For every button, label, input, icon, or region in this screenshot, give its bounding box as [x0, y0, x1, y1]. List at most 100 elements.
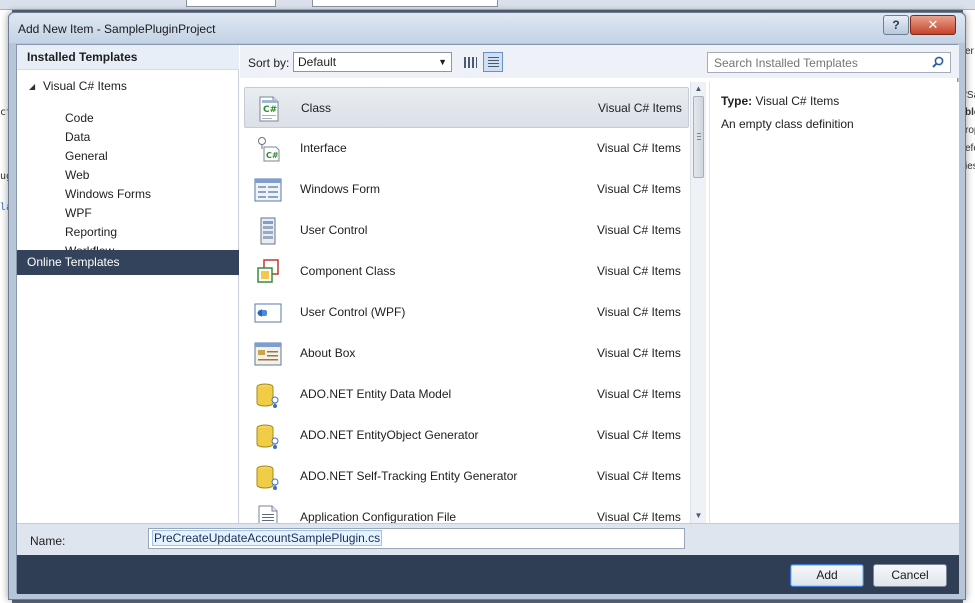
template-category: Visual C# Items [598, 101, 682, 115]
template-category: Visual C# Items [597, 182, 681, 196]
ide-panel-fragment: rop [965, 125, 975, 136]
ide-panel-fragment: er [965, 46, 974, 57]
cancel-button[interactable]: Cancel [873, 564, 947, 587]
name-bar: Name: PreCreateUpdateAccountSamplePlugin… [17, 523, 959, 555]
tree-node-data[interactable]: Data [65, 130, 90, 144]
close-button[interactable]: ✕ [910, 15, 956, 35]
tree-node-web[interactable]: Web [65, 168, 89, 182]
template-name: ADO.NET Self-Tracking Entity Generator [300, 469, 518, 483]
template-name: User Control [300, 223, 368, 237]
template-category: Visual C# Items [597, 387, 681, 401]
ide-config-combo [186, 0, 276, 7]
template-name: About Box [300, 346, 356, 360]
type-value: Visual C# Items [755, 94, 840, 108]
template-list[interactable]: C# Class Visual C# Items C# Interface Vi… [244, 82, 706, 523]
template-name: Component Class [300, 264, 396, 278]
template-categories-panel: Installed Templates ◢ Visual C# Items Co… [17, 45, 239, 523]
help-icon: ? [892, 18, 900, 32]
template-row-user-control-wpf[interactable]: User Control (WPF) Visual C# Items [244, 292, 689, 333]
template-category: Visual C# Items [597, 223, 681, 237]
template-row-interface[interactable]: C# Interface Visual C# Items [244, 128, 689, 169]
entity-generator-icon [256, 424, 279, 449]
tree-node-visual-csharp-items[interactable]: ◢ Visual C# Items [29, 79, 127, 93]
installed-templates-header[interactable]: Installed Templates [17, 45, 239, 70]
tree-node-label: Visual C# Items [43, 79, 127, 93]
template-row-component-class[interactable]: Component Class Visual C# Items [244, 251, 689, 292]
tree-node-reporting[interactable]: Reporting [65, 225, 117, 239]
template-row-user-control[interactable]: User Control Visual C# Items [244, 210, 689, 251]
tree-node-code[interactable]: Code [65, 111, 94, 125]
ide-panel-fragment: efe [965, 143, 975, 154]
tree-node-general[interactable]: General [65, 149, 108, 163]
user-control-wpf-icon [254, 303, 282, 323]
template-details-panel: Type: Visual C# Items An empty class def… [709, 82, 959, 523]
template-row-ado-entityobject-generator[interactable]: ADO.NET EntityObject Generator Visual C#… [244, 415, 689, 456]
dropdown-arrow-icon: ▼ [438, 57, 447, 67]
sort-by-value: Default [298, 55, 337, 69]
scroll-down-arrow-icon[interactable]: ▼ [691, 509, 706, 523]
online-templates-header[interactable]: Online Templates [17, 250, 239, 275]
tree-node-wpf[interactable]: WPF [65, 206, 92, 220]
template-category: Visual C# Items [597, 510, 681, 523]
template-name: ADO.NET Entity Data Model [300, 387, 452, 401]
template-name: Interface [300, 141, 347, 155]
about-box-icon [254, 342, 282, 366]
tree-node-windows-forms[interactable]: Windows Forms [65, 187, 151, 201]
list-view-button[interactable] [483, 52, 503, 72]
template-row-class[interactable]: C# Class Visual C# Items [244, 87, 689, 128]
template-row-about-box[interactable]: About Box Visual C# Items [244, 333, 689, 374]
template-category: Visual C# Items [597, 305, 681, 319]
template-name: User Control (WPF) [300, 305, 406, 319]
scroll-up-arrow-icon[interactable]: ▲ [691, 82, 706, 96]
search-box[interactable] [707, 52, 951, 73]
ide-panel-fragment: ble [965, 107, 975, 118]
add-button[interactable]: Add [790, 564, 864, 587]
sort-toolbar: Sort by: Default ▼ [240, 45, 959, 78]
template-list-scrollbar[interactable]: ▲ ▼ [690, 82, 706, 523]
template-name: Application Configuration File [300, 510, 457, 523]
sort-by-dropdown[interactable]: Default ▼ [293, 52, 452, 72]
type-label: Type: [721, 94, 753, 108]
close-icon: ✕ [927, 17, 939, 32]
user-control-icon [260, 217, 276, 245]
template-category: Visual C# Items [597, 141, 681, 155]
ide-panel-fragment: 'Sa [965, 90, 975, 101]
svg-text:C#: C# [266, 151, 279, 160]
name-label: Name: [30, 534, 66, 548]
template-row-ado-self-tracking-generator[interactable]: ADO.NET Self-Tracking Entity Generator V… [244, 456, 689, 497]
svg-text:C#: C# [263, 105, 277, 115]
name-input-value: PreCreateUpdateAccountSamplePlugin.cs [151, 530, 383, 546]
search-input[interactable] [708, 53, 928, 72]
template-row-ado-entity-data-model[interactable]: ADO.NET Entity Data Model Visual C# Item… [244, 374, 689, 415]
template-type-line: Type: Visual C# Items [721, 94, 839, 108]
csharp-class-icon: C# [259, 96, 279, 122]
ide-panel-fragment: ies [965, 161, 975, 172]
windows-form-icon [254, 178, 282, 202]
template-category: Visual C# Items [597, 428, 681, 442]
template-description: An empty class definition [721, 117, 854, 131]
template-category: Visual C# Items [597, 469, 681, 483]
tree-expand-arrow-icon[interactable]: ◢ [29, 82, 43, 91]
template-category: Visual C# Items [597, 264, 681, 278]
self-tracking-generator-icon [256, 465, 279, 490]
scrollbar-thumb[interactable] [693, 96, 704, 178]
config-file-icon [258, 505, 278, 523]
name-input[interactable]: PreCreateUpdateAccountSamplePlugin.cs [148, 528, 685, 549]
component-class-icon [257, 259, 279, 283]
dialog-client-area: Installed Templates ◢ Visual C# Items Co… [16, 44, 959, 594]
small-icons-view-button[interactable] [460, 52, 480, 72]
ide-toolbar-background [0, 0, 975, 10]
dialog-title-bar[interactable]: Add New Item - SamplePluginProject ? ✕ [9, 13, 965, 43]
help-button[interactable]: ? [883, 15, 909, 35]
interface-icon: C# [258, 137, 280, 162]
template-name: Windows Form [300, 182, 381, 196]
template-row-windows-form[interactable]: Windows Form Visual C# Items [244, 169, 689, 210]
template-row-app-config-file[interactable]: Application Configuration File Visual C#… [244, 497, 689, 523]
dialog-footer: Add Cancel [17, 555, 959, 594]
template-category: Visual C# Items [597, 346, 681, 360]
dialog-title: Add New Item - SamplePluginProject [18, 22, 216, 36]
template-name: Class [301, 101, 332, 115]
add-new-item-dialog: Add New Item - SamplePluginProject ? ✕ I… [8, 12, 966, 600]
search-icon[interactable] [932, 56, 944, 68]
template-name: ADO.NET EntityObject Generator [300, 428, 479, 442]
